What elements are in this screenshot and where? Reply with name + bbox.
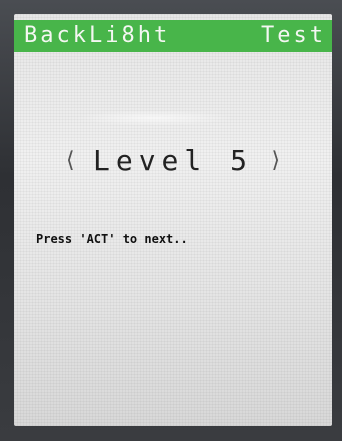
title-left: BackLi8ht xyxy=(24,23,171,48)
level-label: Level 5 xyxy=(92,144,253,177)
left-bracket-icon: ⟨ xyxy=(63,148,77,173)
lcd-screen: BackLi8ht Test ⟨ Level 5 ⟩ Press 'ACT' t… xyxy=(14,14,332,426)
device-bezel: BackLi8ht Test ⟨ Level 5 ⟩ Press 'ACT' t… xyxy=(0,0,342,441)
right-bracket-icon: ⟩ xyxy=(269,148,283,173)
title-bar: BackLi8ht Test xyxy=(14,20,332,52)
level-selector: ⟨ Level 5 ⟩ xyxy=(14,144,332,177)
instruction-text: Press 'ACT' to next.. xyxy=(36,232,188,246)
title-right: Test xyxy=(261,23,326,48)
screen-glare xyxy=(74,110,234,126)
